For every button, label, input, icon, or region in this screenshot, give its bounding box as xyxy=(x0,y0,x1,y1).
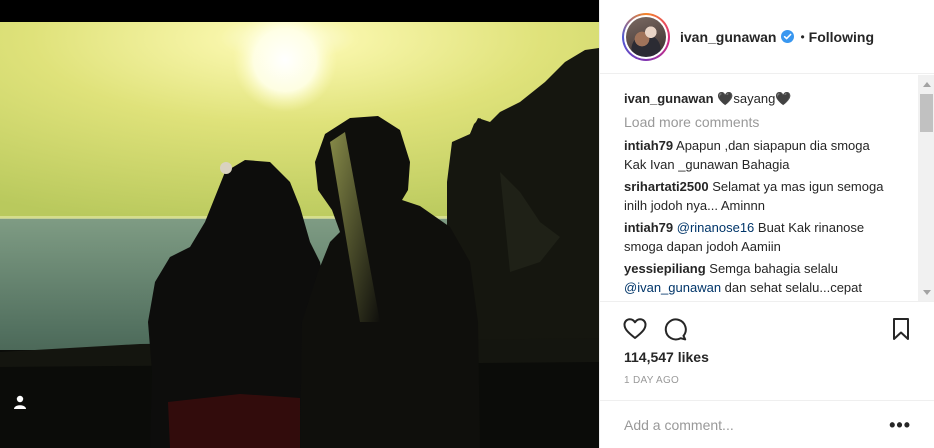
post-side-panel: ivan_gunawan • Following ivan_gunawan 🖤s… xyxy=(599,0,934,448)
comment-item: intiah79 Apapun ,dan siapapun dia smoga … xyxy=(624,136,894,174)
caption: ivan_gunawan 🖤sayang🖤 xyxy=(624,89,894,108)
caption-text: 🖤sayang🖤 xyxy=(717,91,792,106)
comment-username[interactable]: intiah79 xyxy=(624,138,673,153)
header-separator: • xyxy=(800,29,805,44)
post-actions: 114,547 likes 1 DAY AGO xyxy=(600,301,934,407)
post-header: ivan_gunawan • Following xyxy=(600,0,934,74)
scroll-down-arrow-icon[interactable] xyxy=(918,284,934,301)
scrollbar-thumb[interactable] xyxy=(920,94,933,132)
bookmark-icon[interactable] xyxy=(888,316,914,342)
load-more-comments-button[interactable]: Load more comments xyxy=(624,114,894,130)
comments-section[interactable]: ivan_gunawan 🖤sayang🖤 Load more comments… xyxy=(600,75,934,301)
scroll-up-arrow-icon[interactable] xyxy=(918,75,934,92)
verified-badge-icon xyxy=(781,30,795,43)
add-comment-bar: ••• xyxy=(600,400,934,448)
add-comment-input[interactable] xyxy=(624,416,890,433)
comments-scrollbar[interactable] xyxy=(918,75,934,301)
comment-item: intiah79 @rinanose16 Buat Kak rinanose s… xyxy=(624,218,894,256)
header-username[interactable]: ivan_gunawan xyxy=(680,29,776,45)
comment-username[interactable]: srihartati2500 xyxy=(624,179,709,194)
more-options-icon[interactable]: ••• xyxy=(889,416,911,434)
comment-username[interactable]: yessiepiliang xyxy=(624,261,706,276)
post-media xyxy=(0,0,599,448)
post-timestamp: 1 DAY AGO xyxy=(624,375,680,386)
likes-count[interactable]: 114,547 likes xyxy=(624,349,709,365)
comment-text: dan sehat selalu...cepat xyxy=(724,280,862,295)
comment-icon[interactable] xyxy=(662,316,688,342)
avatar[interactable] xyxy=(622,12,670,61)
avatar-image xyxy=(626,16,666,57)
comment-item: yessiepiliang Semga bahagia selalu @ivan… xyxy=(624,259,894,297)
comment-mention-link[interactable]: @rinanose16 xyxy=(677,220,755,235)
comment-item: srihartati2500 Selamat ya mas igun semog… xyxy=(624,177,894,215)
heart-icon[interactable] xyxy=(622,316,648,342)
caption-username[interactable]: ivan_gunawan xyxy=(624,91,714,106)
comment-mention-link[interactable]: @ivan_gunawan xyxy=(624,280,721,295)
following-button[interactable]: Following xyxy=(809,29,874,45)
user-tag-icon[interactable] xyxy=(12,394,28,410)
comment-username[interactable]: intiah79 xyxy=(624,220,673,235)
post-photo[interactable] xyxy=(0,22,599,448)
comment-text: Semga bahagia selalu xyxy=(709,261,838,276)
